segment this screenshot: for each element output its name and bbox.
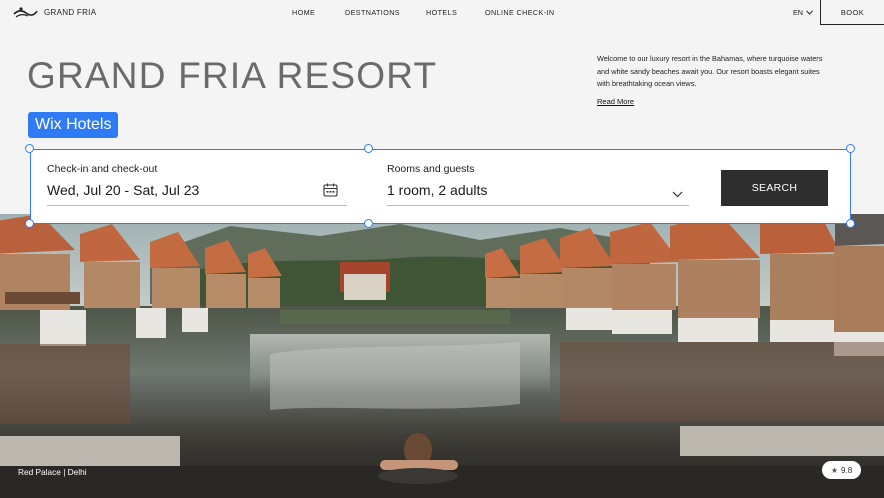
resize-handle-bottom-middle[interactable]: [364, 219, 373, 228]
guests-label: Rooms and guests: [387, 163, 475, 175]
language-selector[interactable]: EN: [793, 8, 813, 17]
guests-underline: [387, 205, 689, 206]
language-label: EN: [793, 8, 803, 17]
dates-underline: [47, 205, 347, 206]
main-nav: HOME DESTNATIONS HOTELS ONLINE CHECK-IN: [0, 8, 884, 18]
rating-value: 9.8: [841, 465, 853, 475]
resize-handle-top-middle[interactable]: [364, 144, 373, 153]
wix-hotels-badge[interactable]: Wix Hotels: [28, 112, 119, 138]
resize-handle-bottom-left[interactable]: [25, 219, 34, 228]
chevron-down-icon[interactable]: [672, 191, 683, 198]
dates-field[interactable]: Wed, Jul 20 - Sat, Jul 23: [47, 182, 199, 198]
nav-hotels[interactable]: HOTELS: [426, 8, 457, 17]
resort-lake-image: [0, 214, 884, 498]
nav-destinations[interactable]: DESTNATIONS: [345, 8, 400, 17]
dates-label: Check-in and check-out: [47, 163, 158, 175]
guests-field[interactable]: 1 room, 2 adults: [387, 182, 487, 198]
calendar-icon[interactable]: [323, 183, 338, 197]
hero-description: Welcome to our luxury resort in the Baha…: [597, 54, 823, 89]
rating-badge: ★ 9.8: [822, 461, 861, 479]
top-bar: GRAND FRIA HOME DESTNATIONS HOTELS ONLIN…: [0, 0, 884, 25]
book-button[interactable]: BOOK: [820, 0, 884, 25]
chevron-down-icon: [806, 10, 813, 15]
photo-caption: Red Palace | Delhi: [18, 467, 87, 477]
booking-widget[interactable]: Check-in and check-out Wed, Jul 20 - Sat…: [30, 149, 851, 224]
resize-handle-top-left[interactable]: [25, 144, 34, 153]
nav-home[interactable]: HOME: [292, 8, 315, 17]
resize-handle-top-right[interactable]: [846, 144, 855, 153]
resize-handle-bottom-right[interactable]: [846, 219, 855, 228]
nav-online-check-in[interactable]: ONLINE CHECK-IN: [485, 8, 555, 17]
star-icon: ★: [830, 465, 839, 475]
page-title: GRAND FRIA RESORT: [27, 55, 438, 96]
search-button[interactable]: SEARCH: [721, 170, 828, 206]
hero-photo: Red Palace | Delhi ★ 9.8: [0, 214, 884, 498]
read-more-link[interactable]: Read More: [597, 97, 634, 106]
